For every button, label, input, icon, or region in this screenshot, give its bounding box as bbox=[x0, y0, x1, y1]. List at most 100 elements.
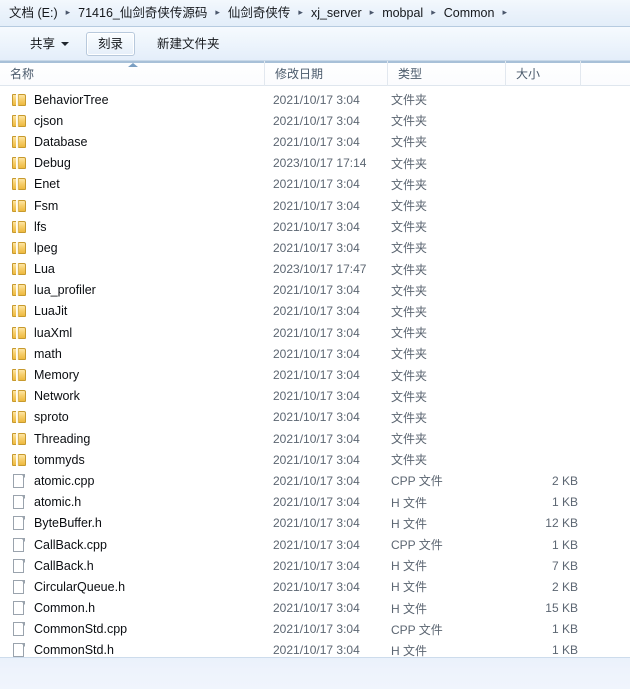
file-name-cell[interactable]: Network bbox=[0, 389, 264, 403]
file-list-row[interactable]: lua_profiler 2021/10/17 3:04 文件夹 bbox=[0, 280, 630, 301]
file-name-cell[interactable]: CommonStd.h bbox=[0, 643, 264, 657]
column-header-name[interactable]: 名称 bbox=[0, 61, 264, 86]
file-list-row[interactable]: sproto 2021/10/17 3:04 文件夹 bbox=[0, 407, 630, 428]
new-folder-button[interactable]: 新建文件夹 bbox=[149, 32, 228, 56]
file-list-row[interactable]: luaXml 2021/10/17 3:04 文件夹 bbox=[0, 322, 630, 343]
file-name-cell[interactable]: lfs bbox=[0, 220, 264, 234]
file-name-cell[interactable]: BehaviorTree bbox=[0, 93, 264, 107]
file-name-cell[interactable]: Enet bbox=[0, 177, 264, 191]
breadcrumb-item-4[interactable]: mobpal bbox=[380, 4, 425, 22]
breadcrumb-item-1[interactable]: 71416_仙剑奇侠传源码 bbox=[76, 4, 209, 22]
breadcrumb-separator-icon[interactable]: ▸ bbox=[431, 4, 436, 20]
file-name-cell[interactable]: LuaJit bbox=[0, 304, 264, 318]
file-list-row[interactable]: tommyds 2021/10/17 3:04 文件夹 bbox=[0, 449, 630, 470]
file-list-row[interactable]: ByteBuffer.h 2021/10/17 3:04 H 文件 12 KB bbox=[0, 513, 630, 534]
file-name-label: Threading bbox=[34, 431, 91, 446]
date-modified-cell: 2021/10/17 3:04 bbox=[273, 389, 360, 404]
breadcrumb-separator-icon[interactable]: ▸ bbox=[298, 4, 303, 20]
file-name-cell[interactable]: Debug bbox=[0, 156, 264, 170]
file-name-cell[interactable]: luaXml bbox=[0, 326, 264, 340]
file-list-row[interactable]: CallBack.cpp 2021/10/17 3:04 CPP 文件 1 KB bbox=[0, 534, 630, 555]
file-list-row[interactable]: CircularQueue.h 2021/10/17 3:04 H 文件 2 KB bbox=[0, 576, 630, 597]
file-list-row[interactable]: LuaJit 2021/10/17 3:04 文件夹 bbox=[0, 301, 630, 322]
date-modified-cell: 2021/10/17 3:04 bbox=[273, 240, 360, 255]
file-name-cell[interactable]: lua_profiler bbox=[0, 283, 264, 297]
size-cell: 12 KB bbox=[545, 516, 578, 531]
file-name-cell[interactable]: Common.h bbox=[0, 601, 264, 616]
file-list-row[interactable]: math 2021/10/17 3:04 文件夹 bbox=[0, 343, 630, 364]
folder-icon bbox=[12, 347, 27, 361]
command-toolbar: 共享 刻录 新建文件夹 bbox=[0, 27, 630, 61]
file-name-cell[interactable]: CallBack.cpp bbox=[0, 537, 264, 552]
file-name-label: luaXml bbox=[34, 325, 73, 340]
file-name-label: CallBack.cpp bbox=[34, 537, 107, 552]
file-list-row[interactable]: cjson 2021/10/17 3:04 文件夹 bbox=[0, 110, 630, 131]
file-name-cell[interactable]: Database bbox=[0, 135, 264, 149]
folder-icon bbox=[12, 368, 27, 382]
file-list-row[interactable]: lpeg 2021/10/17 3:04 文件夹 bbox=[0, 237, 630, 258]
breadcrumb-item-2[interactable]: 仙剑奇侠传 bbox=[226, 4, 293, 22]
date-modified-cell: 2021/10/17 3:04 bbox=[273, 325, 360, 340]
breadcrumb-separator-icon[interactable]: ▸ bbox=[370, 4, 375, 20]
column-header-size[interactable]: 大小 bbox=[505, 61, 580, 86]
file-list[interactable]: BehaviorTree 2021/10/17 3:04 文件夹 cjson 2021/… bbox=[0, 89, 630, 657]
share-button[interactable]: 共享 bbox=[22, 32, 77, 56]
type-cell: 文件夹 bbox=[391, 135, 428, 150]
chevron-down-icon[interactable] bbox=[61, 41, 70, 46]
file-name-cell[interactable]: sproto bbox=[0, 410, 264, 424]
file-name-cell[interactable]: tommyds bbox=[0, 453, 264, 467]
breadcrumb-separator-icon[interactable]: ▸ bbox=[215, 4, 220, 20]
file-list-row[interactable]: CommonStd.cpp 2021/10/17 3:04 CPP 文件 1 KB bbox=[0, 619, 630, 640]
file-name-cell[interactable]: Lua bbox=[0, 262, 264, 276]
file-name-label: cjson bbox=[34, 113, 64, 128]
file-name-label: atomic.cpp bbox=[34, 473, 95, 488]
file-name-cell[interactable]: atomic.h bbox=[0, 495, 264, 510]
column-header-name-label: 名称 bbox=[10, 67, 35, 81]
file-list-row[interactable]: CallBack.h 2021/10/17 3:04 H 文件 7 KB bbox=[0, 555, 630, 576]
file-list-row[interactable]: Database 2021/10/17 3:04 文件夹 bbox=[0, 131, 630, 152]
file-list-row[interactable]: Enet 2021/10/17 3:04 文件夹 bbox=[0, 174, 630, 195]
date-modified-cell: 2023/10/17 17:14 bbox=[273, 156, 367, 171]
file-name-label: Common.h bbox=[34, 601, 96, 616]
file-name-label: lfs bbox=[34, 219, 47, 234]
file-name-cell[interactable]: CommonStd.cpp bbox=[0, 622, 264, 637]
folder-icon bbox=[12, 177, 27, 191]
file-name-cell[interactable]: CallBack.h bbox=[0, 558, 264, 573]
breadcrumb-separator-icon[interactable]: ▸ bbox=[66, 4, 71, 20]
size-cell: 1 KB bbox=[551, 622, 578, 637]
file-name-cell[interactable]: ByteBuffer.h bbox=[0, 516, 264, 531]
breadcrumb-separator-icon[interactable]: ▸ bbox=[502, 4, 507, 20]
burn-button[interactable]: 刻录 bbox=[86, 31, 136, 56]
file-list-row[interactable]: lfs 2021/10/17 3:04 文件夹 bbox=[0, 216, 630, 237]
file-name-cell[interactable]: Threading bbox=[0, 432, 264, 446]
file-name-cell[interactable]: lpeg bbox=[0, 241, 264, 255]
address-bar[interactable]: 文档 (E:) ▸ 71416_仙剑奇侠传源码 ▸ 仙剑奇侠传 ▸ xj_ser… bbox=[0, 0, 630, 27]
column-header-date-modified[interactable]: 修改日期 bbox=[264, 61, 387, 86]
column-header-spacer[interactable] bbox=[580, 61, 630, 86]
breadcrumb-item-5[interactable]: Common bbox=[442, 4, 497, 22]
file-name-cell[interactable]: Memory bbox=[0, 368, 264, 382]
file-list-row[interactable]: Common.h 2021/10/17 3:04 H 文件 15 KB bbox=[0, 598, 630, 619]
file-list-row[interactable]: Lua 2023/10/17 17:47 文件夹 bbox=[0, 259, 630, 280]
file-list-row[interactable]: atomic.cpp 2021/10/17 3:04 CPP 文件 2 KB bbox=[0, 470, 630, 491]
file-list-row[interactable]: atomic.h 2021/10/17 3:04 H 文件 1 KB bbox=[0, 492, 630, 513]
file-name-cell[interactable]: CircularQueue.h bbox=[0, 579, 264, 594]
burn-label: 刻录 bbox=[98, 36, 124, 51]
file-list-row[interactable]: Fsm 2021/10/17 3:04 文件夹 bbox=[0, 195, 630, 216]
file-name-cell[interactable]: atomic.cpp bbox=[0, 473, 264, 488]
file-list-row[interactable]: Memory 2021/10/17 3:04 文件夹 bbox=[0, 364, 630, 385]
new-folder-label: 新建文件夹 bbox=[157, 36, 220, 51]
file-list-row[interactable]: BehaviorTree 2021/10/17 3:04 文件夹 bbox=[0, 89, 630, 110]
file-name-cell[interactable]: Fsm bbox=[0, 199, 264, 213]
file-list-row[interactable]: Threading 2021/10/17 3:04 文件夹 bbox=[0, 428, 630, 449]
file-name-label: ByteBuffer.h bbox=[34, 516, 102, 531]
file-list-row[interactable]: Network 2021/10/17 3:04 文件夹 bbox=[0, 386, 630, 407]
column-header-type[interactable]: 类型 bbox=[387, 61, 505, 86]
breadcrumb-item-drive[interactable]: 文档 (E:) bbox=[7, 4, 60, 22]
file-icon bbox=[12, 537, 27, 552]
file-name-cell[interactable]: math bbox=[0, 347, 264, 361]
file-list-row[interactable]: Debug 2023/10/17 17:14 文件夹 bbox=[0, 153, 630, 174]
breadcrumb-item-3[interactable]: xj_server bbox=[309, 4, 364, 22]
file-list-row[interactable]: CommonStd.h 2021/10/17 3:04 H 文件 1 KB bbox=[0, 640, 630, 657]
file-name-cell[interactable]: cjson bbox=[0, 114, 264, 128]
